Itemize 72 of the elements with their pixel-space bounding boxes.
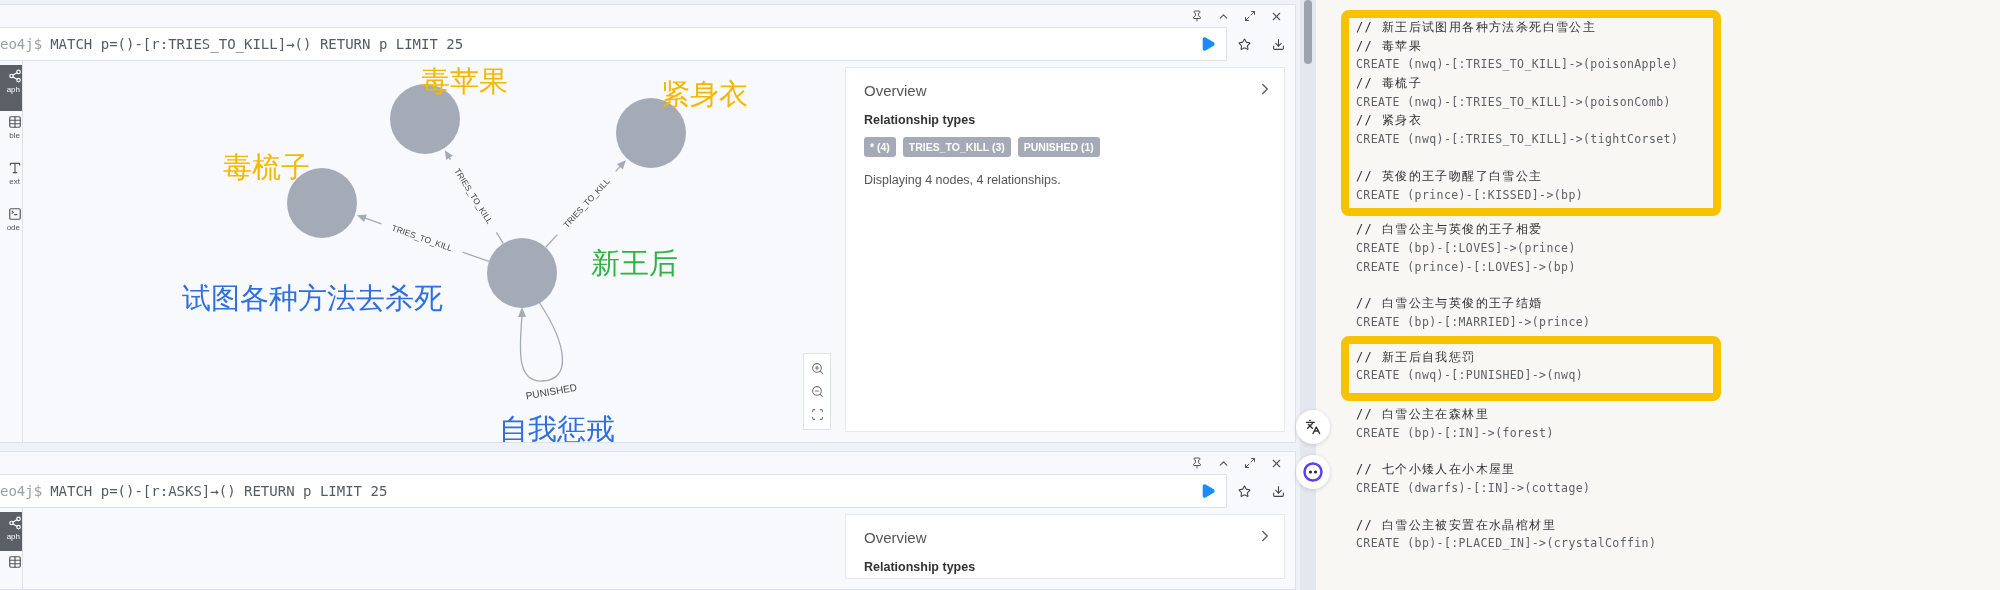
zoom-out-icon[interactable] bbox=[810, 385, 824, 399]
relationship-label: PUNISHED bbox=[525, 381, 578, 402]
view-tab[interactable]: ode bbox=[0, 203, 22, 249]
annotation-label: 新王后 bbox=[590, 246, 678, 280]
translate-icon bbox=[1305, 419, 1321, 435]
scrollbar[interactable] bbox=[1300, 0, 1316, 590]
comment-line: // 新王后试图用各种方法杀死白雪公主 bbox=[1356, 19, 1597, 36]
pin-icon[interactable] bbox=[1191, 457, 1203, 470]
section-heading: Relationship types bbox=[864, 113, 977, 127]
section-heading: Relationship types bbox=[864, 560, 977, 575]
run-icon[interactable] bbox=[1200, 483, 1216, 500]
code-line: CREATE (nwq)-[:TRIES_TO_KILL]->(tightCorset) bbox=[1356, 131, 1679, 149]
view-tab[interactable]: ble bbox=[0, 111, 22, 157]
code-line: CREATE (bp)-[:PLACED_IN]->(crystalCoffin) bbox=[1356, 535, 1657, 553]
code-line: CREATE (dwarfs)-[:IN]->(cottage) bbox=[1356, 480, 1591, 498]
comment-line: // 白雪公主被安置在水晶棺材里 bbox=[1356, 516, 1557, 534]
pin-icon[interactable] bbox=[1191, 10, 1203, 22]
code-line: CREATE (bp)-[:IN]->(forest) bbox=[1356, 424, 1554, 442]
table-icon bbox=[8, 554, 22, 569]
tab-label: aph bbox=[6, 532, 21, 542]
comment-line: // 白雪公主与英俊的王子结婚 bbox=[1356, 295, 1543, 313]
comment-line: // 新王后自我惩罚 bbox=[1356, 348, 1476, 366]
code-line: CREATE (bp)-[:LOVES]->(prince) bbox=[1356, 239, 1576, 257]
tab-label: ext bbox=[9, 177, 21, 186]
comment-line: // 英俊的王子吻醒了白雪公主 bbox=[1356, 167, 1543, 185]
star-icon bbox=[1237, 37, 1251, 51]
text-icon bbox=[8, 161, 22, 175]
code-line: CREATE (prince)-[:KISSED]->(bp) bbox=[1356, 186, 1584, 204]
comment-line: // 紧身衣 bbox=[1356, 112, 1423, 130]
query-editor[interactable]: eo4j$ MATCH p=()-[r:TRIES_TO_KILL]→() RETURN p LIMIT 25 bbox=[0, 27, 1227, 61]
prompt-text: eo4j$ bbox=[0, 36, 43, 52]
comment-line: // 白雪公主在森林里 bbox=[1356, 406, 1490, 423]
view-tab[interactable]: aph bbox=[0, 512, 22, 551]
annotation-label: 毒苹果 bbox=[420, 64, 508, 98]
tab-label: aph bbox=[6, 85, 21, 94]
query-editor[interactable]: eo4j$ MATCH p=()-[r:ASKS]→() RETURN p LIMIT 25 bbox=[0, 474, 1227, 509]
view-tab[interactable]: aph bbox=[0, 65, 22, 111]
annotation-label: 试图各种方法去杀死 bbox=[181, 281, 443, 315]
table-icon bbox=[8, 115, 22, 129]
download-icon bbox=[1271, 37, 1285, 51]
prompt-text: eo4j$ bbox=[0, 483, 43, 500]
fit-icon[interactable] bbox=[810, 408, 824, 422]
comment-line: // 毒苹果 bbox=[1356, 37, 1423, 55]
zoom-in-icon[interactable] bbox=[810, 362, 824, 376]
annotation-label: 紧身衣 bbox=[660, 77, 748, 111]
scrollbar-thumb[interactable] bbox=[1304, 0, 1312, 64]
code-line: CREATE (bp)-[:MARRIED]->(prince) bbox=[1356, 313, 1591, 331]
download-icon bbox=[1271, 484, 1285, 498]
graph-node[interactable] bbox=[487, 238, 557, 308]
star-icon bbox=[1237, 484, 1251, 498]
run-icon[interactable] bbox=[1200, 36, 1216, 52]
comment-line: // 毒梳子 bbox=[1356, 75, 1423, 93]
query-text: MATCH p=()-[r:TRIES_TO_KILL]→() RETURN p LIMIT 25 bbox=[50, 36, 465, 52]
assistant-icon bbox=[1303, 462, 1323, 482]
tab-label: ode bbox=[6, 223, 21, 232]
code-line: CREATE (nwq)-[:TRIES_TO_KILL]->(poisonApple) bbox=[1356, 56, 1679, 74]
tab-label: ble bbox=[9, 131, 21, 140]
comment-line: // 白雪公主与英俊的王子相爱 bbox=[1356, 221, 1543, 239]
overview-title: Overview bbox=[864, 529, 928, 547]
annotation-label: 毒梳子 bbox=[222, 150, 310, 184]
code-line: CREATE (nwq)-[:PUNISHED]->(nwq) bbox=[1356, 367, 1584, 385]
overview-title: Overview bbox=[864, 82, 928, 99]
expand-icon[interactable] bbox=[1244, 457, 1256, 470]
summary-text: Displaying 4 nodes, 4 relationships. bbox=[864, 173, 1062, 187]
comment-line: // 七个小矮人在小木屋里 bbox=[1356, 461, 1516, 479]
expand-icon[interactable] bbox=[1244, 10, 1256, 22]
code-icon bbox=[8, 207, 22, 221]
code-line: CREATE (prince)-[:LOVES]->(bp) bbox=[1356, 258, 1576, 276]
code-line: CREATE (nwq)-[:TRIES_TO_KILL]->(poisonComb) bbox=[1356, 93, 1671, 111]
query-text: MATCH p=()-[r:ASKS]→() RETURN p LIMIT 25 bbox=[50, 483, 389, 500]
annotation-label: 自我惩戒 bbox=[499, 412, 615, 443]
view-tab[interactable]: ext bbox=[0, 157, 22, 203]
